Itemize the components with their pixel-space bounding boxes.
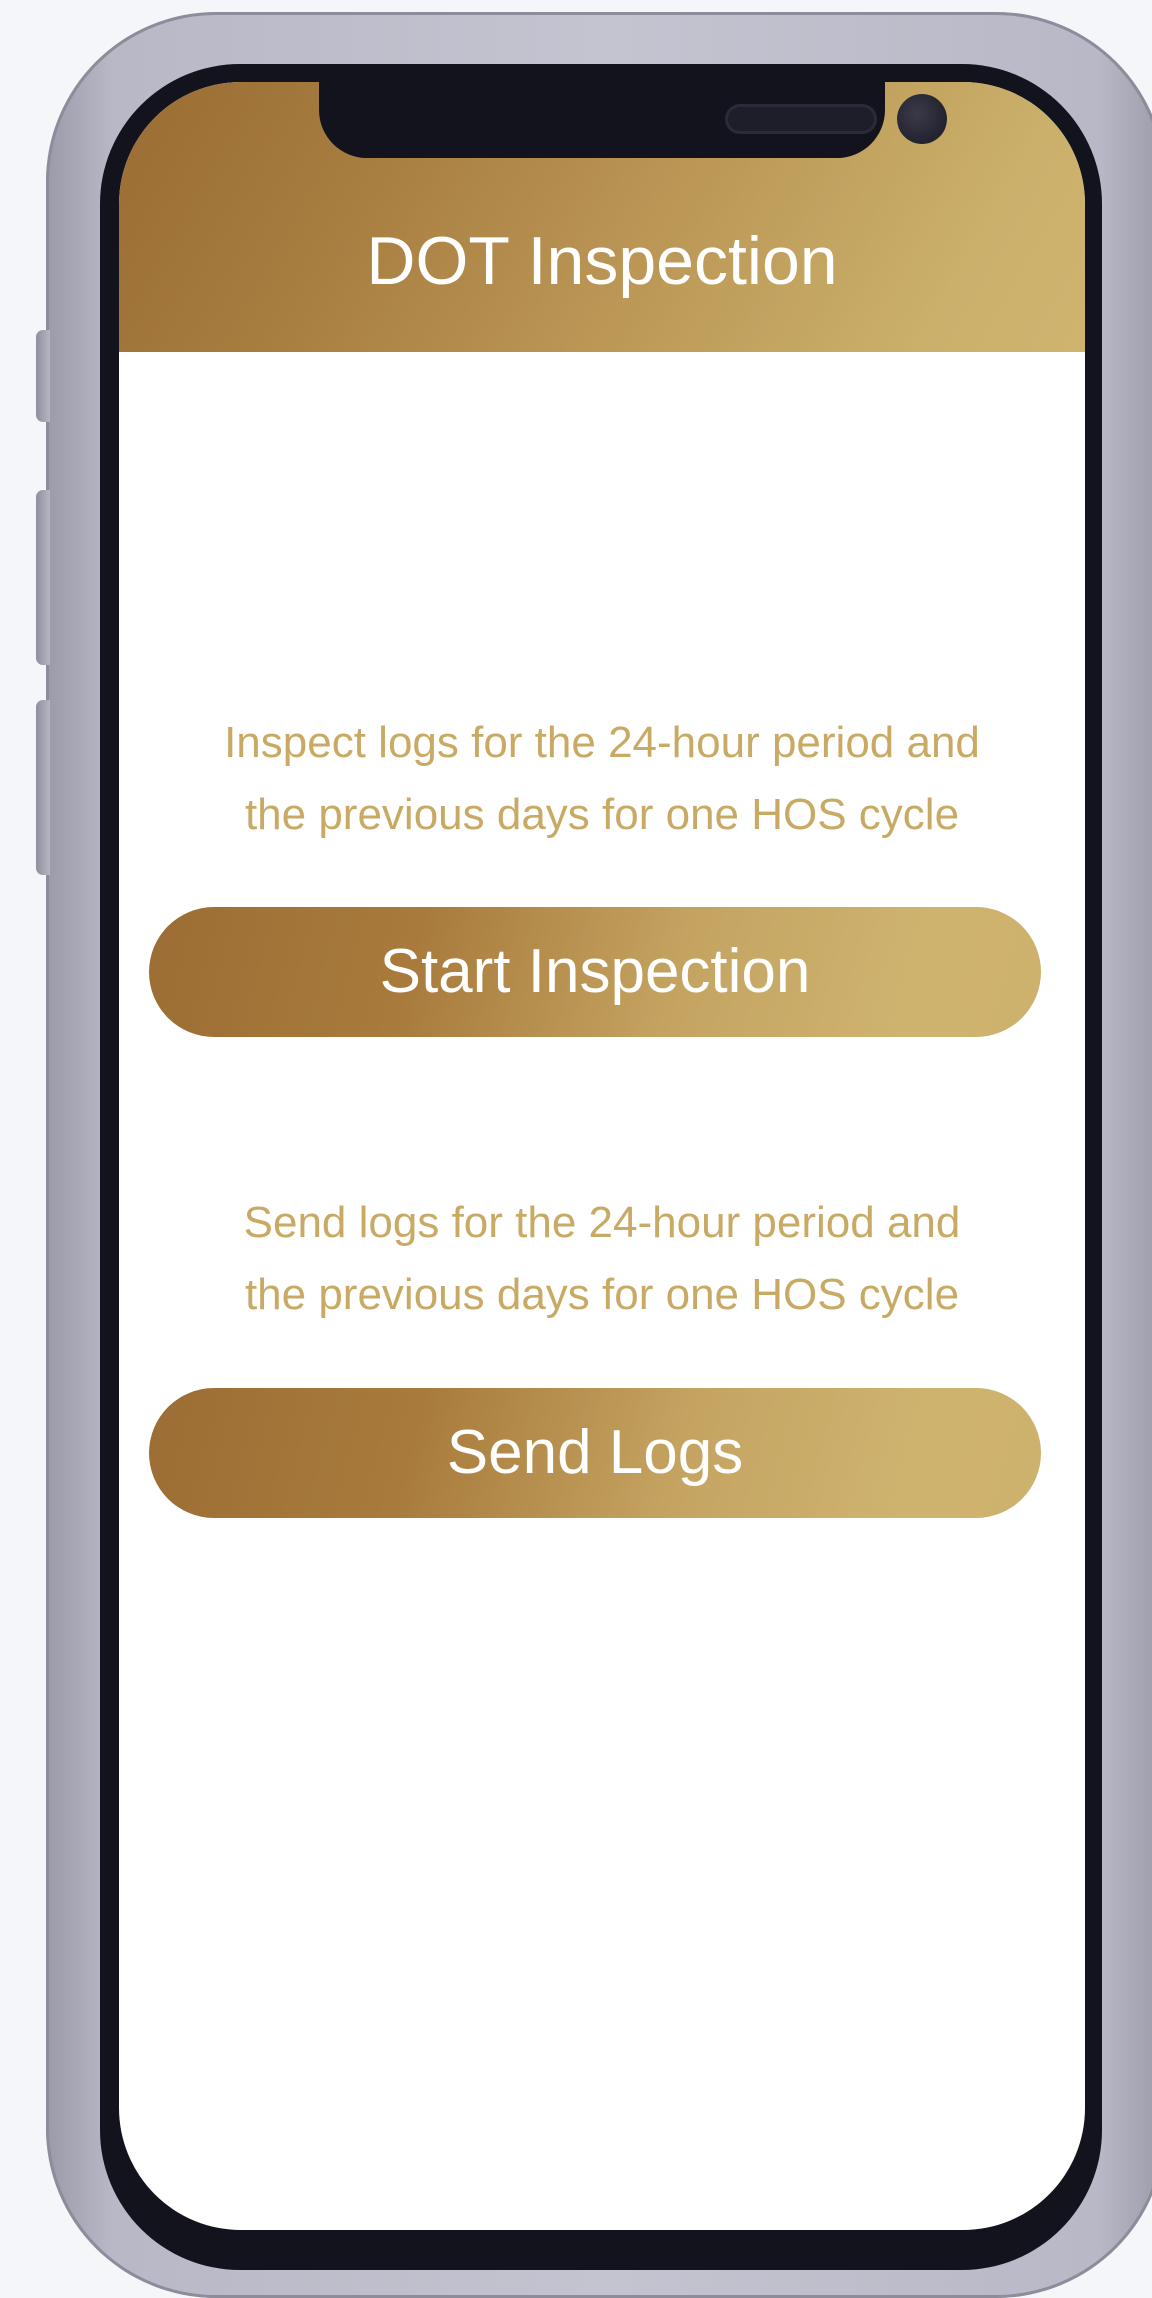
send-logs-description: Send logs for the 24-hour period and the… (139, 1187, 1065, 1331)
volume-down-button (36, 700, 50, 875)
send-logs-description-line-1: Send logs for the 24-hour period and (243, 1198, 961, 1247)
start-inspection-button[interactable]: Start Inspection (149, 907, 1041, 1037)
page-title: DOT Inspection (366, 223, 838, 299)
inspection-description: Inspect logs for the 24-hour period and … (139, 707, 1065, 851)
send-logs-button[interactable]: Send Logs (149, 1388, 1041, 1518)
silent-switch (36, 330, 50, 422)
app-header: DOT Inspection (119, 82, 1085, 352)
send-logs-description-line-2: the previous days for one HOS cycle (244, 1270, 960, 1319)
app-screen: DOT Inspection Inspect logs for the 24-h… (119, 82, 1085, 2230)
notch (319, 82, 947, 158)
speaker-grille (725, 104, 877, 134)
inspection-description-line-1: Inspect logs for the 24-hour period and (224, 718, 980, 767)
inspection-description-line-2: the previous days for one HOS cycle (244, 790, 960, 839)
front-camera-icon (897, 94, 947, 144)
volume-up-button (36, 490, 50, 665)
